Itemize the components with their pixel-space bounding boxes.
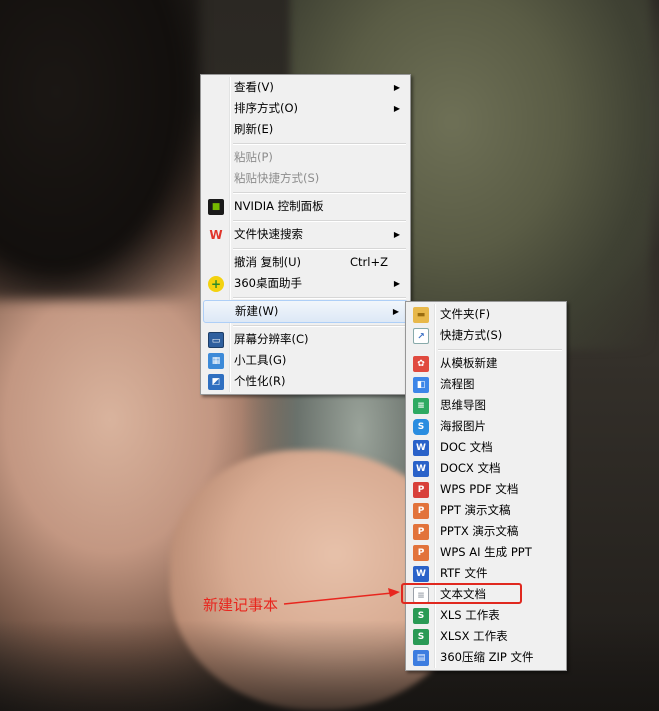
menu-item-label: NVIDIA 控制面板 [234, 199, 324, 213]
menu-item-label: 刷新(E) [234, 122, 274, 136]
menu-item-label: 海报图片 [440, 419, 486, 433]
submenu-item-360-zip[interactable]: ▤ 360压缩 ZIP 文件 [408, 647, 564, 668]
menu-item-label: 粘贴(P) [234, 150, 273, 164]
menu-item-label: 个性化(R) [234, 374, 286, 388]
menu-item-label: RTF 文件 [440, 566, 488, 580]
annotation-arrow-icon [283, 588, 400, 605]
menu-item-label: WPS PDF 文档 [440, 482, 519, 496]
menu-item-label: 360桌面助手 [234, 276, 302, 290]
submenu-item-folder[interactable]: ▬ 文件夹(F) [408, 304, 564, 325]
ppt-icon: P [413, 503, 429, 519]
menu-item-label: 360压缩 ZIP 文件 [440, 650, 534, 664]
menu-item-label: 文件快速搜索 [234, 227, 303, 241]
menu-item-label: 从模板新建 [440, 356, 498, 370]
menu-item-label: PPTX 演示文稿 [440, 524, 519, 538]
menu-item-label: XLSX 工作表 [440, 629, 508, 643]
menu-item-label: 流程图 [440, 377, 475, 391]
menu-item-label: 屏幕分辨率(C) [234, 332, 309, 346]
zip-icon: ▤ [413, 650, 429, 666]
menu-item-label: DOC 文档 [440, 440, 493, 454]
menu-item-shortcut: Ctrl+Z [350, 255, 388, 269]
desktop-context-menu: 查看(V) ▶ 排序方式(O) ▶ 刷新(E) 粘贴(P) 粘贴快捷方式(S) … [200, 74, 411, 395]
wallpaper-hair [0, 0, 200, 300]
submenu-item-shortcut[interactable]: ↗ 快捷方式(S) [408, 325, 564, 346]
menu-item-label: WPS AI 生成 PPT [440, 545, 532, 559]
menu-separator [203, 322, 408, 329]
menu-item-360-desktop-assistant[interactable]: + 360桌面助手 ▶ [203, 273, 408, 294]
shortcut-icon: ↗ [413, 328, 429, 344]
menu-item-label: 快捷方式(S) [440, 328, 503, 342]
menu-separator [408, 346, 564, 353]
menu-item-gadgets[interactable]: ▦ 小工具(G) [203, 350, 408, 371]
xlsx-icon: S [413, 629, 429, 645]
mindmap-icon: ≡ [413, 398, 429, 414]
pdf-icon: P [413, 482, 429, 498]
menu-separator [203, 245, 408, 252]
menu-item-undo-copy[interactable]: 撤消 复制(U) Ctrl+Z [203, 252, 408, 273]
wps-icon: W [209, 228, 223, 242]
menu-item-label: 撤消 复制(U) [234, 255, 302, 269]
annotation-highlight-box [401, 583, 522, 604]
submenu-item-mindmap[interactable]: ≡ 思维导图 [408, 395, 564, 416]
menu-item-label: 粘贴快捷方式(S) [234, 171, 320, 185]
folder-icon: ▬ [413, 307, 429, 323]
submenu-item-xlsx[interactable]: S XLSX 工作表 [408, 626, 564, 647]
submenu-arrow-icon: ▶ [393, 230, 400, 239]
menu-item-new[interactable]: 新建(W) ▶ [203, 300, 408, 323]
menu-item-sort-by[interactable]: 排序方式(O) ▶ [203, 98, 408, 119]
menu-item-nvidia-control-panel[interactable]: ■ NVIDIA 控制面板 [203, 196, 408, 217]
annotation-label: 新建记事本 [203, 596, 279, 614]
menu-item-label: PPT 演示文稿 [440, 503, 511, 517]
menu-separator [203, 140, 408, 147]
menu-item-label: 思维导图 [440, 398, 486, 412]
submenu-arrow-icon: ▶ [393, 104, 400, 113]
nvidia-icon: ■ [208, 199, 224, 215]
menu-item-label: 查看(V) [234, 80, 274, 94]
new-submenu: ▬ 文件夹(F) ↗ 快捷方式(S) ✿ 从模板新建 ◧ 流程图 ≡ 思维导图 … [405, 301, 567, 671]
360-icon: + [208, 276, 224, 292]
menu-separator [203, 189, 408, 196]
xls-icon: S [413, 608, 429, 624]
poster-icon: S [413, 419, 429, 435]
submenu-item-rtf[interactable]: W RTF 文件 [408, 563, 564, 584]
flowchart-icon: ◧ [413, 377, 429, 393]
menu-item-label: 新建(W) [235, 304, 279, 318]
submenu-item-from-template[interactable]: ✿ 从模板新建 [408, 353, 564, 374]
docx-icon: W [413, 461, 429, 477]
gadgets-icon: ▦ [208, 353, 224, 369]
menu-item-paste-shortcut: 粘贴快捷方式(S) [203, 168, 408, 189]
submenu-arrow-icon: ▶ [393, 83, 400, 92]
menu-item-personalize[interactable]: ◩ 个性化(R) [203, 371, 408, 392]
rtf-icon: W [413, 566, 429, 582]
menu-item-file-quick-search[interactable]: W 文件快速搜索 ▶ [203, 224, 408, 245]
menu-item-label: XLS 工作表 [440, 608, 500, 622]
doc-icon: W [413, 440, 429, 456]
submenu-item-docx[interactable]: W DOCX 文档 [408, 458, 564, 479]
menu-item-paste: 粘贴(P) [203, 147, 408, 168]
submenu-item-doc[interactable]: W DOC 文档 [408, 437, 564, 458]
pptx-icon: P [413, 524, 429, 540]
menu-item-refresh[interactable]: 刷新(E) [203, 119, 408, 140]
menu-item-label: 排序方式(O) [234, 101, 299, 115]
submenu-item-flowchart[interactable]: ◧ 流程图 [408, 374, 564, 395]
menu-separator [203, 217, 408, 224]
submenu-item-poster[interactable]: S 海报图片 [408, 416, 564, 437]
template-icon: ✿ [413, 356, 429, 372]
menu-item-label: 小工具(G) [234, 353, 287, 367]
menu-item-view[interactable]: 查看(V) ▶ [203, 77, 408, 98]
menu-item-screen-resolution[interactable]: ▭ 屏幕分辨率(C) [203, 329, 408, 350]
submenu-item-pptx[interactable]: P PPTX 演示文稿 [408, 521, 564, 542]
submenu-item-xls[interactable]: S XLS 工作表 [408, 605, 564, 626]
submenu-arrow-icon: ▶ [393, 279, 400, 288]
submenu-item-ppt[interactable]: P PPT 演示文稿 [408, 500, 564, 521]
menu-item-label: DOCX 文档 [440, 461, 501, 475]
submenu-arrow-icon: ▶ [392, 307, 399, 316]
submenu-item-wps-ai-ppt[interactable]: P WPS AI 生成 PPT [408, 542, 564, 563]
monitor-icon: ▭ [208, 332, 224, 348]
ai-ppt-icon: P [413, 545, 429, 561]
submenu-item-wps-pdf[interactable]: P WPS PDF 文档 [408, 479, 564, 500]
menu-item-label: 文件夹(F) [440, 307, 491, 321]
personalize-icon: ◩ [208, 374, 224, 390]
